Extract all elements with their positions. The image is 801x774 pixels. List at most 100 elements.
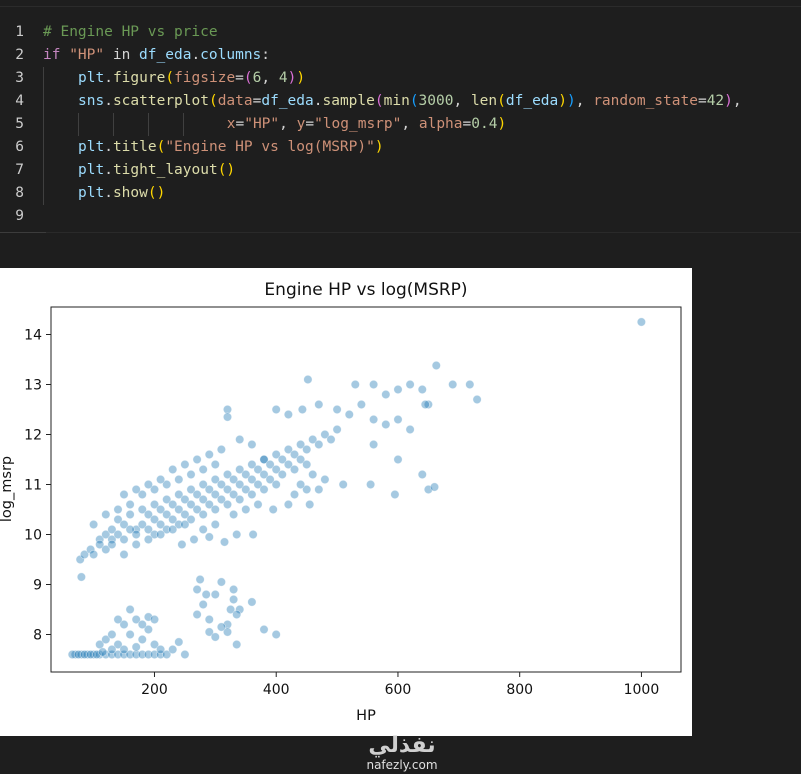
data-point bbox=[247, 440, 257, 450]
line-number: 7 bbox=[15, 162, 24, 178]
data-point bbox=[420, 400, 430, 410]
data-point bbox=[302, 445, 312, 455]
code-line-8[interactable]: 8 plt.show() bbox=[0, 182, 801, 205]
code-token: , bbox=[261, 70, 279, 86]
data-point bbox=[125, 604, 135, 614]
indent-guide bbox=[43, 182, 44, 205]
indent-guide bbox=[183, 113, 184, 136]
code-token: ( bbox=[374, 93, 384, 109]
code-line-5[interactable]: 5 x="HP", y="log_msrp", alpha=0.4) bbox=[0, 113, 801, 136]
data-point bbox=[283, 410, 293, 420]
code-token: ) bbox=[287, 70, 297, 86]
y-axis-ticks: 8 9 10 11 12 13 14 bbox=[24, 328, 51, 644]
data-point bbox=[332, 425, 342, 435]
code-line-4[interactable]: 4 sns.scatterplot(data=df_eda.sample(min(… bbox=[0, 90, 801, 113]
code-line-9[interactable]: 9 bbox=[0, 205, 801, 228]
data-point bbox=[125, 510, 135, 520]
x-tick-label: 600 bbox=[385, 682, 412, 698]
indent-guide bbox=[43, 159, 44, 182]
x-tick-label: 400 bbox=[263, 682, 290, 698]
line-number: 2 bbox=[15, 47, 24, 63]
code-token: plt bbox=[78, 185, 105, 201]
code-token: ) bbox=[724, 93, 733, 109]
data-point bbox=[101, 510, 111, 520]
data-point bbox=[326, 435, 336, 445]
code-token: "log_msrp" bbox=[314, 116, 402, 132]
code-token: figsize bbox=[174, 70, 236, 86]
data-point bbox=[137, 619, 147, 629]
code-token: ( bbox=[208, 93, 218, 109]
data-point bbox=[189, 534, 199, 544]
code-line-1[interactable]: 1 # Engine HP vs price bbox=[0, 21, 801, 44]
y-tick-label: 11 bbox=[24, 478, 42, 494]
data-point bbox=[232, 609, 242, 619]
data-point bbox=[131, 529, 141, 539]
data-point bbox=[405, 425, 415, 435]
data-point bbox=[107, 644, 117, 654]
code-token: . bbox=[104, 139, 113, 155]
data-point bbox=[210, 505, 220, 515]
data-point bbox=[125, 500, 135, 510]
data-point bbox=[98, 647, 108, 657]
data-point bbox=[235, 495, 245, 505]
data-point bbox=[405, 380, 415, 390]
data-point bbox=[119, 490, 129, 500]
y-axis-label: log_msrp bbox=[0, 456, 15, 522]
code-token: plt bbox=[78, 162, 105, 178]
code-token: df_eda bbox=[505, 93, 559, 109]
code-token: 4 bbox=[278, 70, 288, 86]
data-point bbox=[381, 390, 391, 400]
points-layer bbox=[67, 317, 646, 659]
data-point bbox=[131, 539, 141, 549]
data-point bbox=[283, 500, 293, 510]
indent-guide bbox=[78, 113, 79, 136]
data-point bbox=[369, 440, 379, 450]
data-point bbox=[174, 475, 184, 485]
code-token: # Engine HP vs price bbox=[43, 24, 218, 40]
data-point bbox=[259, 485, 269, 495]
code-token: , bbox=[401, 116, 419, 132]
code-token: 42 bbox=[706, 93, 725, 109]
data-point bbox=[168, 465, 178, 475]
y-tick-label: 10 bbox=[24, 528, 42, 544]
data-point bbox=[297, 405, 307, 415]
line-number: 3 bbox=[15, 70, 24, 86]
data-point bbox=[417, 470, 427, 480]
data-point bbox=[429, 482, 439, 492]
code-token: , bbox=[279, 116, 297, 132]
code-token: tight_layout bbox=[112, 162, 218, 178]
data-point bbox=[216, 622, 226, 632]
code-token: . bbox=[104, 70, 113, 86]
code-token: = bbox=[235, 70, 244, 86]
data-point bbox=[356, 400, 366, 410]
data-point bbox=[131, 485, 141, 495]
data-point bbox=[137, 634, 147, 644]
data-point bbox=[198, 465, 208, 475]
x-axis-label: HP bbox=[356, 708, 376, 724]
code-line-3[interactable]: 3 plt.figure(figsize=(6, 4)) bbox=[0, 67, 801, 90]
code-token: plt bbox=[78, 139, 105, 155]
code-editor[interactable]: 1 # Engine HP vs price 2 if "HP" in df_eda.… bbox=[0, 6, 801, 233]
code-token: , bbox=[575, 93, 594, 109]
code-text: sns.scatterplot(data=df_eda.sample(min(3… bbox=[78, 90, 742, 113]
code-token: alpha bbox=[418, 116, 463, 132]
data-point bbox=[204, 614, 214, 624]
data-point bbox=[253, 500, 263, 510]
data-point bbox=[76, 572, 86, 582]
code-token: () bbox=[217, 162, 236, 178]
data-point bbox=[119, 534, 129, 544]
data-point bbox=[241, 505, 251, 515]
code-line-2[interactable]: 2 if "HP" in df_eda.columns: bbox=[0, 44, 801, 67]
code-line-7[interactable]: 7 plt.tight_layout() bbox=[0, 159, 801, 182]
data-point bbox=[180, 649, 190, 659]
code-token: 0.4 bbox=[471, 116, 498, 132]
data-point bbox=[393, 455, 403, 465]
data-point bbox=[143, 480, 153, 490]
code-line-6[interactable]: 6 plt.title("Engine HP vs log(MSRP)") bbox=[0, 136, 801, 159]
code-token: , bbox=[732, 93, 742, 109]
data-point bbox=[235, 435, 245, 445]
data-point bbox=[89, 520, 99, 530]
data-point bbox=[344, 410, 354, 420]
data-point bbox=[296, 480, 306, 490]
watermark-url: nafezly.com bbox=[366, 758, 438, 772]
